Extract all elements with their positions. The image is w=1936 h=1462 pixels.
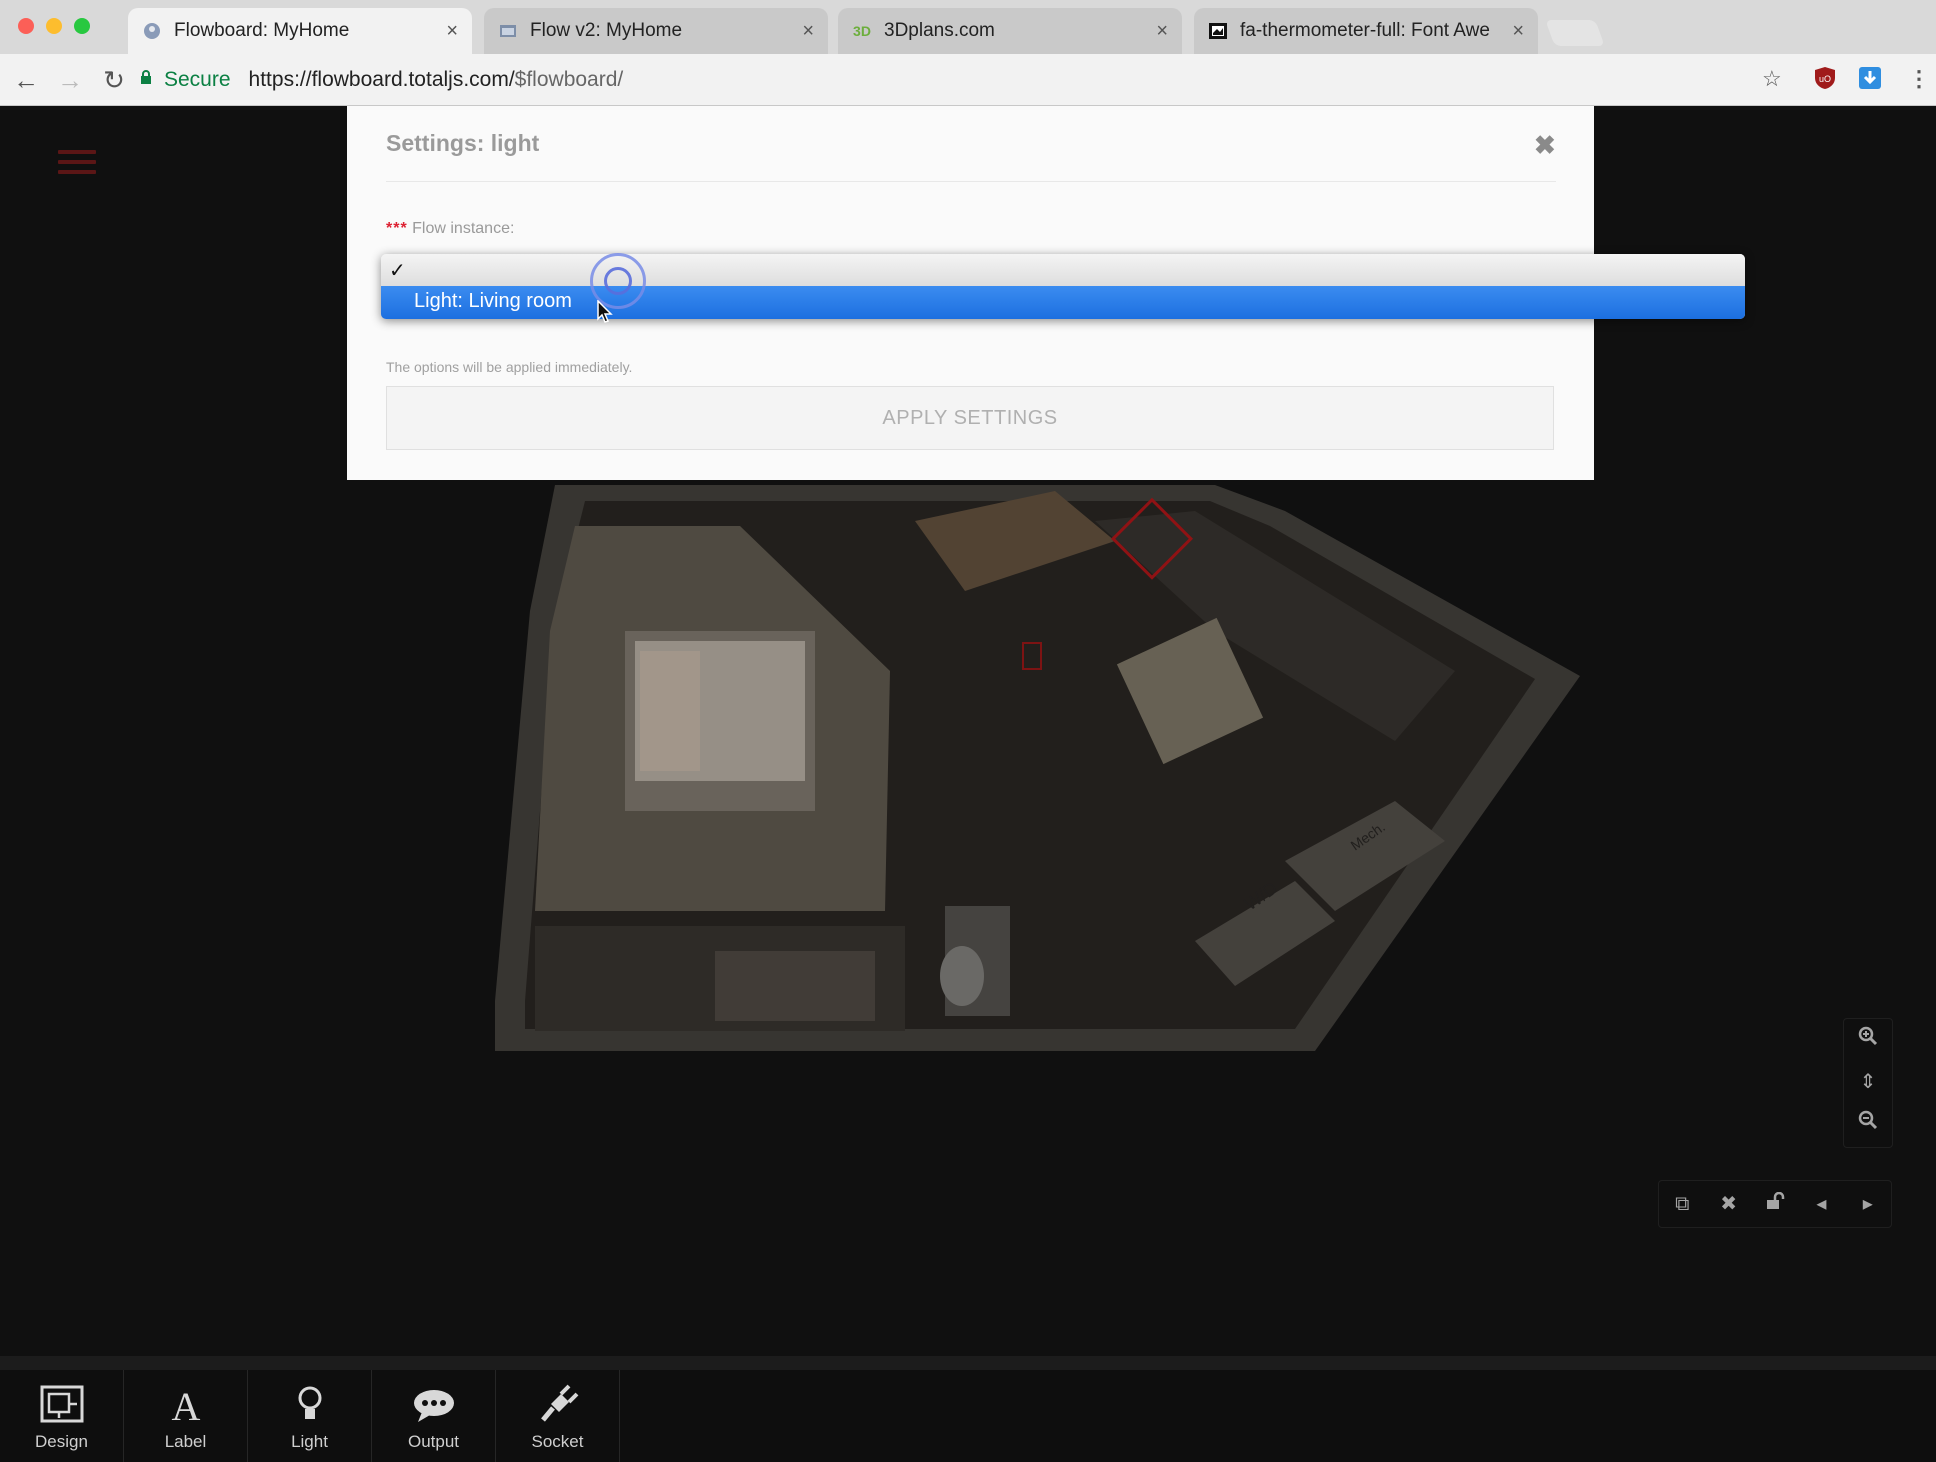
bookmark-star-icon[interactable]: ☆: [1762, 66, 1782, 92]
download-icon[interactable]: [1858, 66, 1882, 96]
browser-tab-flowboard[interactable]: Flowboard: MyHome ×: [128, 8, 472, 54]
plug-icon: [496, 1370, 619, 1424]
flag-icon: [1208, 21, 1228, 41]
maximize-window-button[interactable]: [74, 18, 90, 34]
help-text: The options will be applied immediately.: [386, 359, 633, 375]
close-tab-icon[interactable]: ×: [1512, 20, 1524, 43]
divider: [386, 181, 1556, 182]
minimize-window-button[interactable]: [46, 18, 62, 34]
url-field[interactable]: Secure https://flowboard.totaljs.com/$fl…: [140, 60, 1780, 100]
ublock-icon[interactable]: uO: [1814, 66, 1836, 96]
reload-icon[interactable]: ↻: [98, 64, 130, 96]
lock-icon: [140, 70, 152, 90]
window-icon: [498, 21, 518, 41]
label-tool[interactable]: A Label: [124, 1370, 248, 1462]
close-tab-icon[interactable]: ×: [1156, 20, 1168, 43]
totaljs-icon: [142, 21, 162, 41]
forward-arrow-icon[interactable]: →: [54, 64, 86, 96]
browser-tab-3dplans[interactable]: 3D 3Dplans.com ×: [838, 8, 1182, 54]
svg-text:uO: uO: [1819, 74, 1831, 84]
new-tab-button[interactable]: [1545, 20, 1605, 46]
mouse-pointer-icon: [597, 300, 613, 323]
dropdown-option-empty[interactable]: ✓: [381, 254, 1745, 286]
design-icon: [0, 1370, 123, 1424]
socket-tool[interactable]: Socket: [496, 1370, 620, 1462]
flow-instance-dropdown[interactable]: ✓ Light: Living room: [381, 254, 1745, 319]
close-window-button[interactable]: [18, 18, 34, 34]
tab-title: Flowboard: MyHome: [174, 20, 350, 41]
more-options-icon[interactable]: ⋮: [1908, 66, 1930, 92]
label-label: Label: [164, 1432, 207, 1451]
back-arrow-icon[interactable]: ←: [10, 64, 42, 96]
browser-tab-fontawesome[interactable]: fa-thermometer-full: Font Awe ×: [1194, 8, 1538, 54]
modal-title: Settings: light: [386, 130, 540, 156]
lightbulb-icon: [248, 1370, 371, 1424]
flow-instance-label: *** Flow instance:: [386, 220, 514, 238]
close-tab-icon[interactable]: ×: [446, 20, 458, 43]
design-tool[interactable]: Design: [0, 1370, 124, 1462]
click-indicator-inner: [604, 267, 632, 295]
3dplans-icon: 3D: [853, 23, 871, 39]
required-marker: ***: [386, 220, 408, 237]
output-tool[interactable]: Output: [372, 1370, 496, 1462]
light-tool[interactable]: Light: [248, 1370, 372, 1462]
svg-text:A: A: [171, 1384, 200, 1424]
design-label: Design: [35, 1432, 88, 1451]
browser-tab-flow[interactable]: Flow v2: MyHome ×: [484, 8, 828, 54]
comment-icon: [372, 1370, 495, 1424]
output-label: Output: [407, 1432, 460, 1451]
flow-instance-label-text: Flow instance:: [412, 220, 515, 237]
tab-title: fa-thermometer-full: Font Awe: [1240, 20, 1490, 41]
apply-settings-button[interactable]: APPLY SETTINGS: [386, 386, 1554, 450]
close-icon[interactable]: ✖: [1534, 130, 1556, 161]
address-bar: ← → ↻ Secure https://flowboard.totaljs.c…: [0, 54, 1936, 106]
close-tab-icon[interactable]: ×: [802, 20, 814, 43]
socket-label: Socket: [531, 1432, 584, 1451]
tab-title: 3Dplans.com: [884, 20, 995, 41]
url-host: https://flowboard.totaljs.com/: [248, 68, 515, 91]
url-path: $flowboard/: [514, 68, 624, 91]
tab-title: Flow v2: MyHome: [530, 20, 683, 41]
browser-tab-bar: Flowboard: MyHome × Flow v2: MyHome × 3D…: [0, 0, 1936, 54]
secure-label: Secure: [164, 68, 231, 91]
light-label: Light: [291, 1432, 328, 1451]
dropdown-option-living-room[interactable]: Light: Living room: [381, 286, 1745, 319]
component-toolbar: Design A Label Light Output Socket: [0, 1370, 1936, 1462]
checkmark-icon: ✓: [389, 260, 406, 282]
label-icon: A: [124, 1370, 247, 1424]
